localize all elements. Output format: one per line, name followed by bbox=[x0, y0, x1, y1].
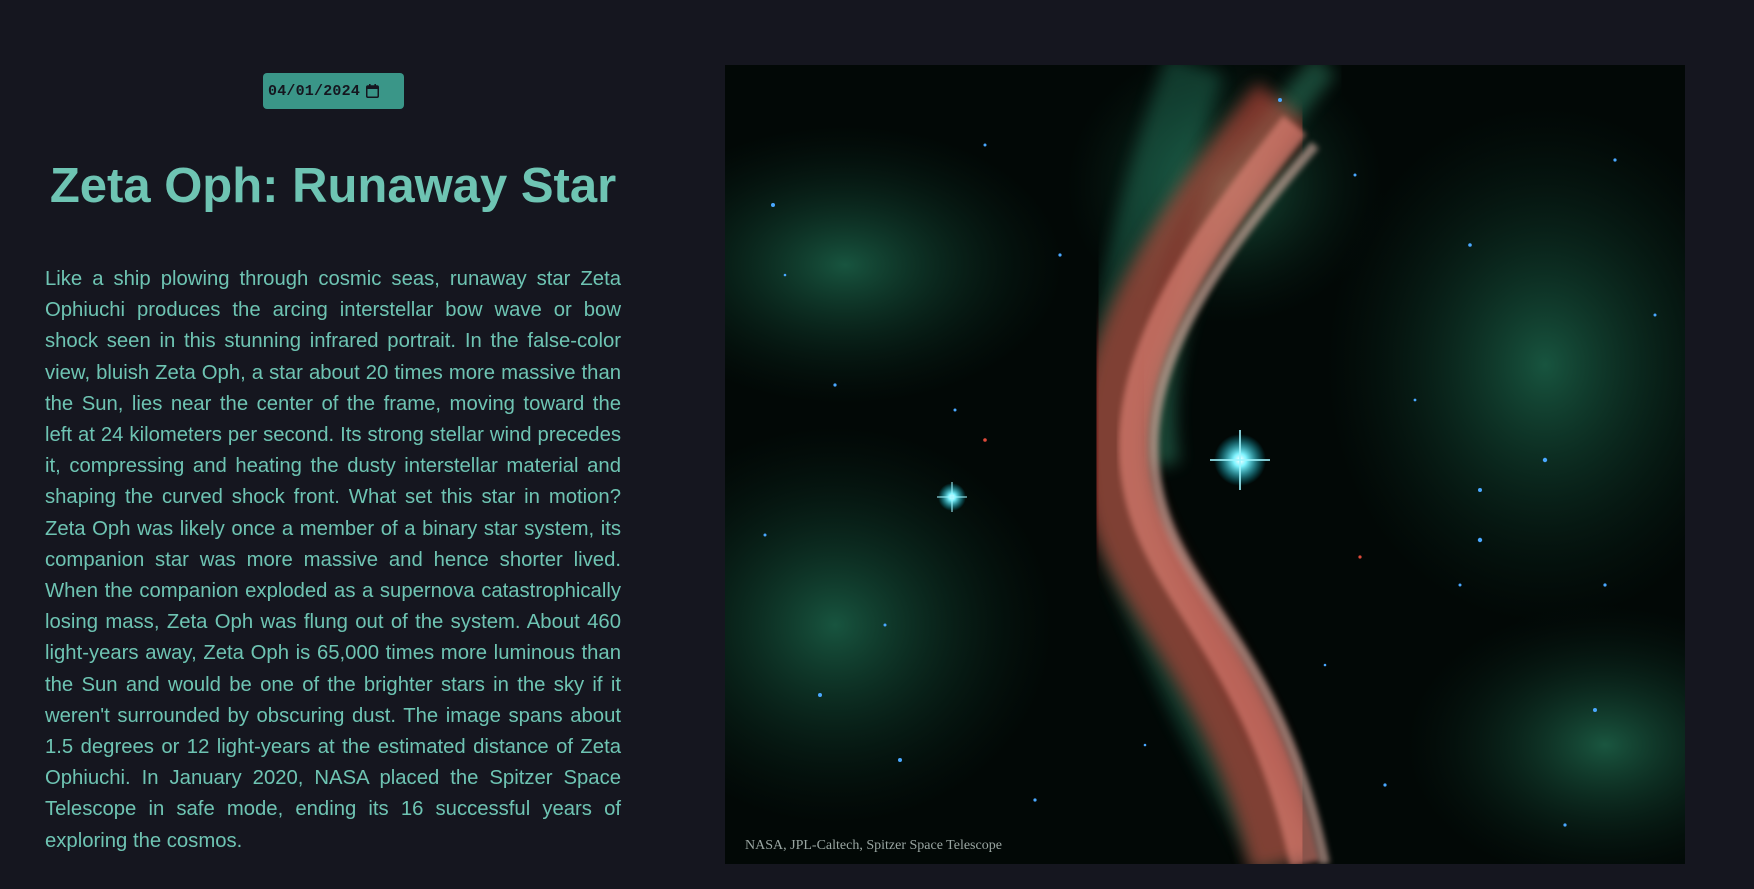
page-title: Zeta Oph: Runaway Star bbox=[49, 159, 617, 213]
calendar-icon[interactable] bbox=[366, 84, 380, 98]
nebula-image bbox=[725, 65, 1685, 864]
date-picker[interactable]: 04/01/2024 bbox=[263, 73, 404, 109]
date-input-value[interactable]: 04/01/2024 bbox=[268, 83, 360, 100]
image-credit: NASA, JPL-Caltech, Spitzer Space Telesco… bbox=[745, 838, 1002, 853]
apod-image: NASA, JPL-Caltech, Spitzer Space Telesco… bbox=[725, 65, 1685, 864]
explanation-text: Like a ship plowing through cosmic seas,… bbox=[45, 268, 621, 852]
